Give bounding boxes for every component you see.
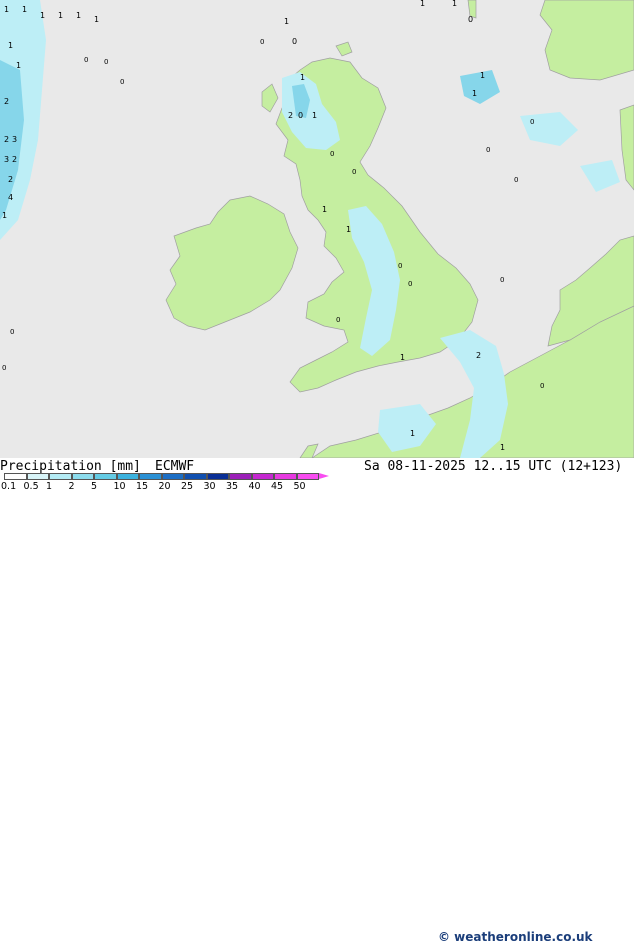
colorbar-tick-label: 0.5	[23, 481, 39, 492]
precip-label: 1	[8, 41, 13, 50]
colorbar-swatch	[4, 473, 27, 480]
precip-label: 1	[2, 211, 7, 220]
colorbar-tick-label: 35	[226, 481, 239, 492]
precip-label: 2	[8, 175, 13, 184]
precip-label: 3	[12, 135, 17, 144]
colorbar-tick-label: 40	[248, 481, 261, 492]
colorbar-swatch	[139, 473, 162, 480]
precip-label: 0	[260, 38, 264, 46]
precip-label: 2	[476, 351, 481, 360]
colorbar-swatch	[296, 473, 319, 480]
colorbar-tick-label: 30	[203, 481, 216, 492]
precip-label: 0	[408, 280, 412, 288]
colorbar-tick-label: 2	[68, 481, 75, 492]
precip-label: 1	[480, 71, 485, 80]
colorbar-swatch	[49, 473, 72, 480]
precip-label: 1	[76, 11, 81, 20]
map-canvas: 1 1 1 1 1 1 1 1 2 2 3 3 2 2 4 1 1 0 1 2 …	[0, 0, 634, 458]
precip-label: 2	[288, 111, 293, 120]
precip-label: 0	[330, 150, 334, 158]
colorbar-swatch	[116, 473, 139, 480]
credit-label: © weatheronline.co.uk	[438, 930, 593, 944]
precip-label: 3	[4, 155, 9, 164]
precip-label: 1	[400, 353, 405, 362]
precip-label: 1	[472, 89, 477, 98]
colorbar-tick-label: 20	[158, 481, 171, 492]
colorbar-arrow	[319, 473, 329, 479]
precip-label: 0	[104, 58, 108, 66]
colorbar-tick-label: 1	[46, 481, 53, 492]
precip-label: 1	[322, 205, 327, 214]
precip-label: 0	[486, 146, 490, 154]
precip-label: 1	[410, 429, 415, 438]
precipitation-map: 1 1 1 1 1 1 1 1 2 2 3 3 2 2 4 1 1 0 1 2 …	[0, 0, 634, 458]
precip-label: 0	[292, 37, 297, 46]
precip-label: 1	[500, 443, 505, 452]
precip-label: 2	[4, 97, 9, 106]
precip-label: 2	[4, 135, 9, 144]
precip-label: 1	[284, 17, 289, 26]
precip-label: 1	[452, 0, 457, 8]
precip-label: 0	[468, 15, 473, 24]
precip-label: 4	[8, 193, 13, 202]
precip-label: 0	[540, 382, 544, 390]
precip-label: 1	[300, 73, 305, 82]
precip-label: 0	[514, 176, 518, 184]
model-label: ECMWF	[155, 459, 195, 474]
precip-label: 2	[12, 155, 17, 164]
colorbar-tick-label: 45	[271, 481, 284, 492]
precip-label: 1	[346, 225, 351, 234]
precip-label: 1	[312, 111, 317, 120]
colorbar-tick-label: 10	[113, 481, 126, 492]
valid-time-label: Sa 08-11-2025 12..15 UTC (12+123)	[364, 459, 623, 474]
colorbar-tick-label: 50	[293, 481, 306, 492]
colorbar-swatch	[94, 473, 117, 480]
precip-label: 0	[398, 262, 402, 270]
precip-label: 0	[2, 364, 6, 372]
precip-label: 1	[4, 5, 9, 14]
precip-label: 1	[22, 5, 27, 14]
precip-label: 1	[16, 61, 21, 70]
precip-label: 0	[120, 78, 124, 86]
precip-label: 0	[530, 118, 534, 126]
precip-label: 0	[298, 111, 303, 120]
colorbar-swatch	[161, 473, 184, 480]
colorbar-tick-label: 0.1	[1, 481, 17, 492]
precip-label: 0	[352, 168, 356, 176]
colorbar-tick-label: 25	[181, 481, 194, 492]
colorbar-tick-label: 5	[91, 481, 98, 492]
precip-label: 1	[94, 15, 99, 24]
title-label: Precipitation [mm]	[0, 459, 141, 474]
colorbar-swatch	[274, 473, 297, 480]
colorbar-swatch	[71, 473, 94, 480]
precip-label: 0	[336, 316, 340, 324]
precip-label: 0	[10, 328, 14, 336]
colorbar-tick-label: 15	[136, 481, 149, 492]
precip-label: 1	[420, 0, 425, 8]
precip-label: 1	[58, 11, 63, 20]
precip-label: 1	[40, 11, 45, 20]
colorbar-swatch	[26, 473, 49, 480]
colorbar-swatch	[206, 473, 229, 480]
colorbar-swatch	[184, 473, 207, 480]
colorbar-swatch	[251, 473, 274, 480]
land-norway	[539, 0, 634, 81]
colorbar-swatch	[229, 473, 252, 480]
precip-label: 0	[84, 56, 88, 64]
precip-label: 0	[500, 276, 504, 284]
